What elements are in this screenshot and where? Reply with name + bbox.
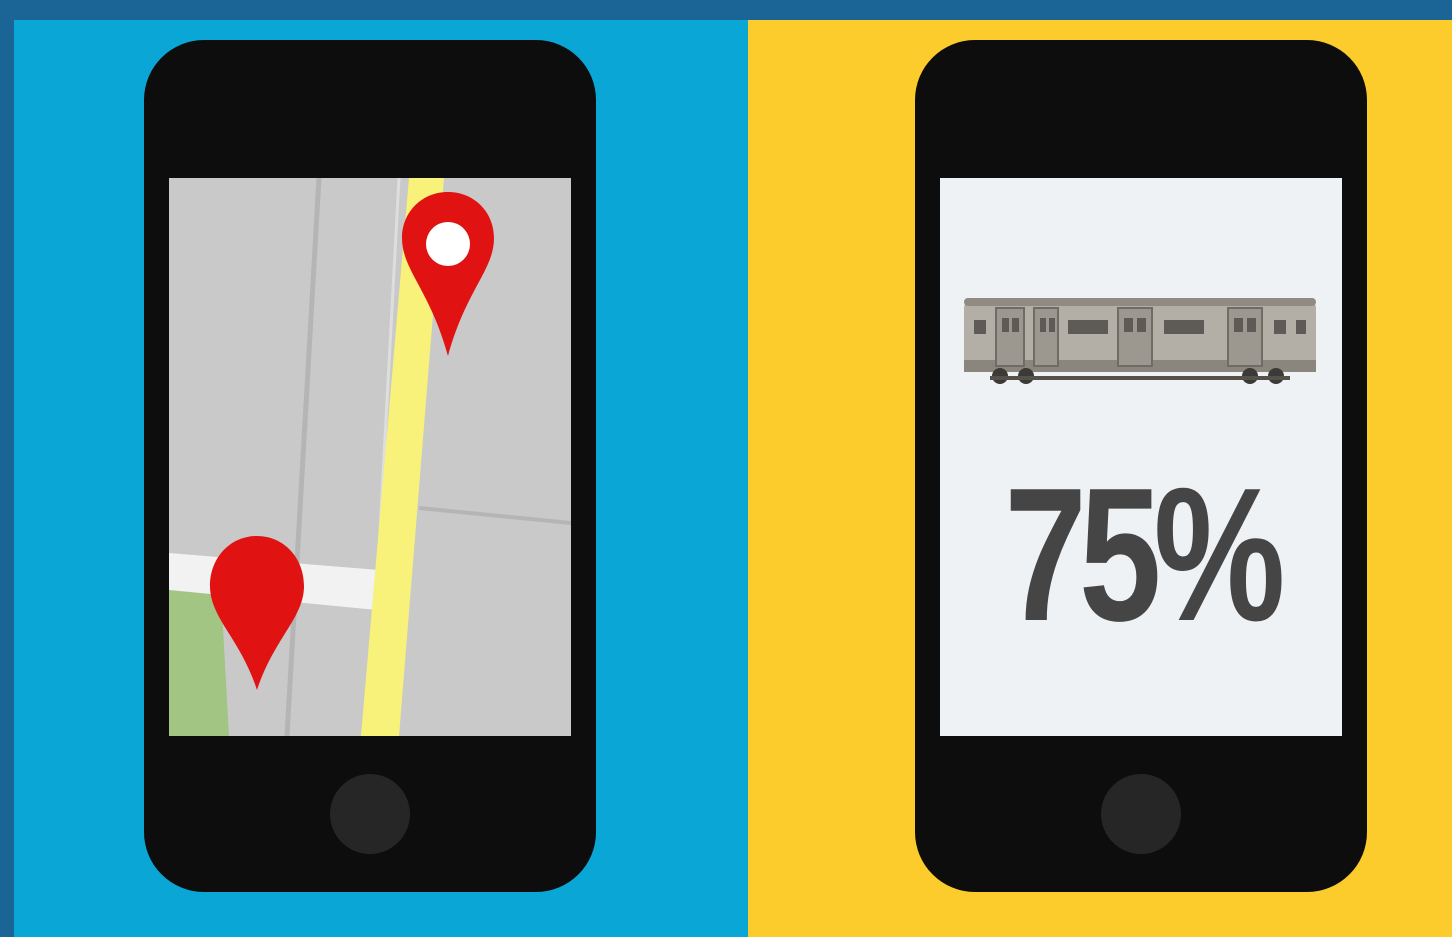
map-pin-destination-icon — [402, 192, 494, 356]
map-pin-origin-icon — [210, 536, 304, 690]
home-button[interactable] — [330, 774, 410, 854]
phone-transit: 75% — [915, 40, 1367, 892]
phone-map — [144, 40, 596, 892]
subway-train-icon — [964, 298, 1316, 384]
home-button[interactable] — [1101, 774, 1181, 854]
transit-screen: 75% — [940, 178, 1342, 736]
stat-percentage: 75% — [1004, 449, 1285, 661]
